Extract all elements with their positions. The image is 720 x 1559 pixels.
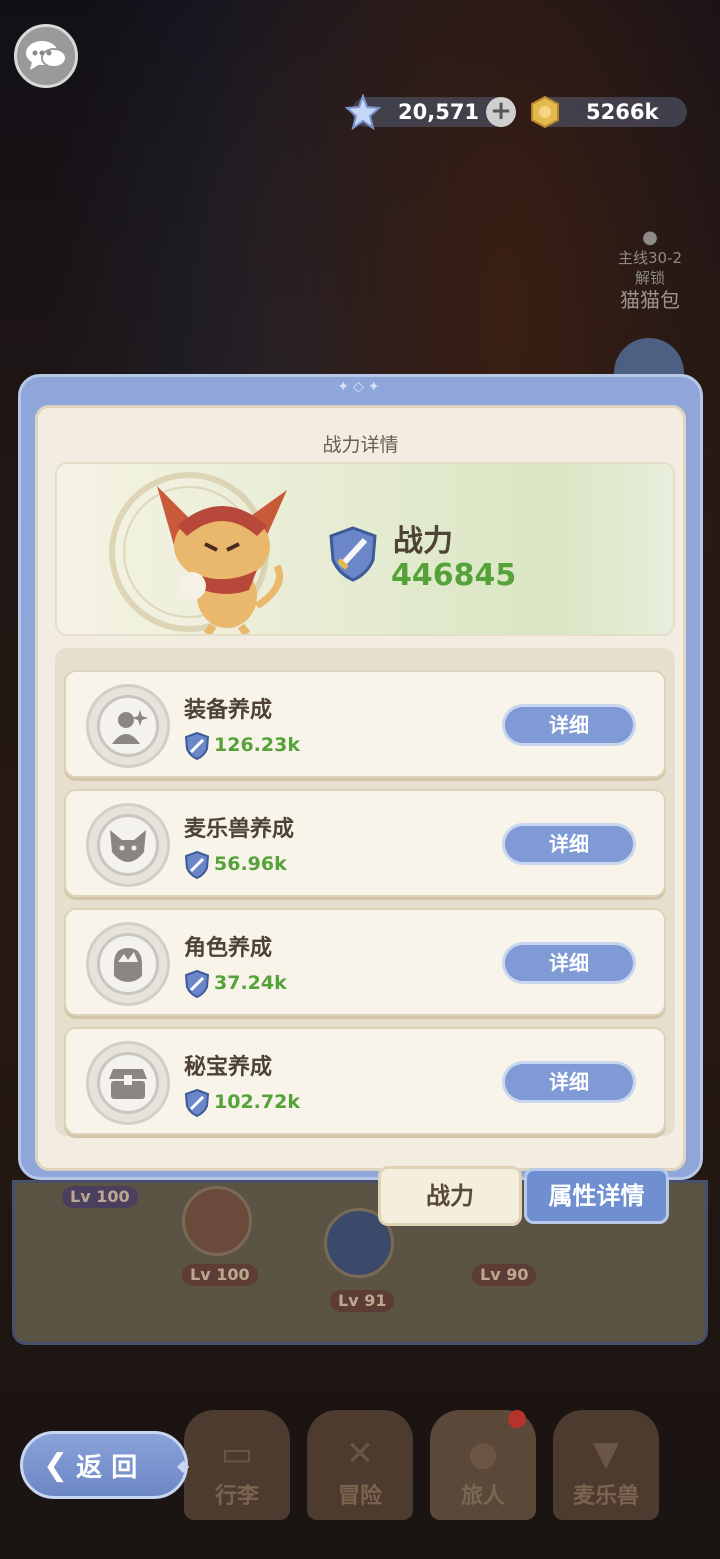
power-shield-small-icon <box>184 1089 210 1117</box>
nav-label: 麦乐兽 <box>572 1484 639 1509</box>
crystal-amount: 20,571 <box>398 100 480 124</box>
power-details-panel: ✦◇✦ 战力详情 战力 446845 装备养成 126.23k 详细 麦乐兽养成… <box>18 374 703 1180</box>
lock-condition: 主线30-2 解锁 <box>617 249 683 287</box>
row-title: 秘宝养成 <box>184 1055 273 1080</box>
team-portrait[interactable] <box>182 1186 252 1256</box>
detail-button[interactable]: 详细 <box>502 704 636 746</box>
power-summary-card: 战力 446845 <box>55 462 675 636</box>
cat-face-icon <box>110 830 146 862</box>
lock-icon: ● <box>642 227 658 248</box>
panel-title: 战力详情 <box>322 434 399 456</box>
row-icon-frame <box>86 803 170 887</box>
list-item-equipment: 装备养成 126.23k 详细 <box>64 670 666 778</box>
level-badge: Lv 90 <box>472 1264 537 1286</box>
locked-feature-cat-bag[interactable]: ● 主线30-2 解锁 猫猫包 <box>604 227 696 312</box>
nav-label: 冒险 <box>337 1484 382 1509</box>
button-ornament: ◆ <box>177 1456 190 1475</box>
power-shield-icon <box>329 526 377 582</box>
chat-icon <box>26 41 67 70</box>
luggage-icon: ▭ <box>220 1434 254 1474</box>
nav-item-traveler[interactable]: ● 旅人 <box>430 1410 536 1520</box>
equipment-person-icon <box>112 710 148 744</box>
row-value: 102.72k <box>214 1091 300 1113</box>
list-item-pet: 麦乐兽养成 56.96k 详细 <box>64 789 666 897</box>
character-head-icon <box>114 948 142 982</box>
notification-dot <box>508 1410 526 1428</box>
row-icon-frame <box>86 684 170 768</box>
power-value: 446845 <box>391 558 517 593</box>
detail-button[interactable]: 详细 <box>502 823 636 865</box>
crossed-swords-icon: ✕ <box>345 1434 375 1474</box>
panel-body: 战力详情 战力 446845 装备养成 126.23k 详细 麦乐兽养成 56.… <box>35 405 686 1171</box>
list-item-treasure: 秘宝养成 102.72k 详细 <box>64 1027 666 1135</box>
power-shield-small-icon <box>184 732 210 760</box>
currency-crystal: 20,571 + <box>345 94 516 130</box>
nav-label: 行李 <box>214 1484 259 1509</box>
chat-button[interactable] <box>14 24 78 88</box>
treasure-chest-icon <box>109 1069 147 1099</box>
traveler-head-icon: ● <box>468 1434 498 1474</box>
row-value: 126.23k <box>214 734 300 756</box>
row-icon-frame <box>86 922 170 1006</box>
gold-amount: 5266k <box>586 100 659 124</box>
power-label: 战力 <box>393 524 453 559</box>
power-shield-small-icon <box>184 970 210 998</box>
panel-ornament: ✦◇✦ <box>337 379 384 395</box>
level-badge: Lv 91 <box>330 1290 395 1312</box>
mascot-cat-icon <box>157 486 287 634</box>
row-title: 麦乐兽养成 <box>184 817 295 842</box>
gold-coin-icon <box>526 93 564 131</box>
row-title: 装备养成 <box>184 698 273 723</box>
tab-attribute-details[interactable]: 属性详情 <box>524 1168 669 1224</box>
power-shield-small-icon <box>184 851 210 879</box>
power-breakdown-list: 装备养成 126.23k 详细 麦乐兽养成 56.96k 详细 角色养成 37.… <box>55 648 675 1136</box>
row-value: 37.24k <box>214 972 287 994</box>
row-icon-frame <box>86 1041 170 1125</box>
nav-label: 旅人 <box>460 1484 505 1509</box>
cat-face-icon: ▼ <box>592 1434 620 1474</box>
currency-gold: 5266k <box>531 95 687 129</box>
detail-button[interactable]: 详细 <box>502 942 636 984</box>
back-button[interactable]: ❮ 返 回 ◆ <box>20 1431 190 1499</box>
nav-item-luggage[interactable]: ▭ 行李 <box>184 1410 290 1520</box>
nav-item-adventure[interactable]: ✕ 冒险 <box>307 1410 413 1520</box>
list-item-character: 角色养成 37.24k 详细 <box>64 908 666 1016</box>
tab-power[interactable]: 战力 <box>378 1166 522 1226</box>
row-value: 56.96k <box>214 853 287 875</box>
level-badge: Lv 100 <box>62 1186 138 1208</box>
level-badge: Lv 100 <box>182 1264 258 1286</box>
feature-name: 猫猫包 <box>620 288 680 312</box>
detail-button[interactable]: 详细 <box>502 1061 636 1103</box>
row-title: 角色养成 <box>184 936 273 961</box>
star-crystal-icon <box>344 93 382 131</box>
add-crystal-button[interactable]: + <box>486 97 516 127</box>
nav-item-pets[interactable]: ▼ 麦乐兽 <box>553 1410 659 1520</box>
back-label: 返 回 <box>76 1452 138 1483</box>
back-arrow-icon: ❮ <box>43 1447 69 1483</box>
